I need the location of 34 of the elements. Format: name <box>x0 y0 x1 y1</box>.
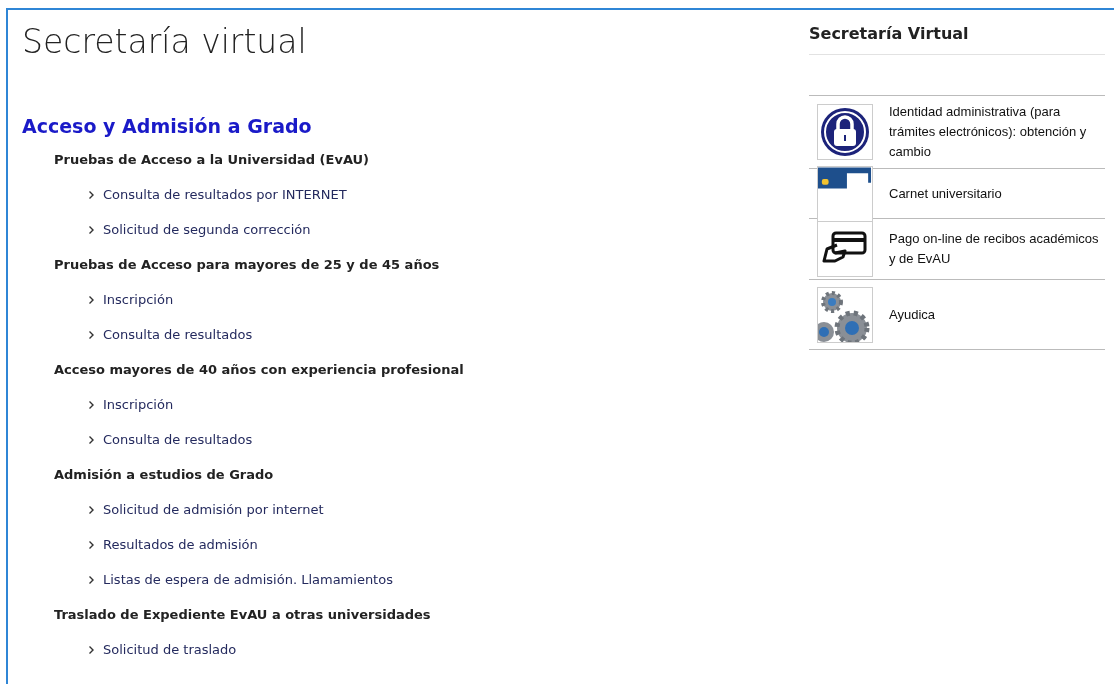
chevron-icon <box>88 329 95 340</box>
group-heading: Acceso mayores de 40 años con experiencia profesional <box>54 360 464 379</box>
page-title: Secretaría virtual <box>22 22 308 62</box>
sidebar-link[interactable]: Carnet universitario <box>889 183 1002 204</box>
sidebar-link[interactable]: Pago on-line de recibos académicos y de EvAU <box>889 229 1105 269</box>
link[interactable]: Consulta de resultados <box>103 429 253 450</box>
group-heading: Pruebas de Acceso a la Universidad (EvAU) <box>54 150 370 169</box>
link[interactable]: Consulta de resultados <box>103 324 253 345</box>
chevron-icon <box>88 189 95 200</box>
chevron-icon <box>88 224 95 235</box>
id-card-icon <box>818 166 872 189</box>
sidebar-link[interactable]: Ayudica <box>889 304 935 325</box>
group-heading: Traslado de Expediente EvAU a otras universidades <box>54 605 431 624</box>
link[interactable]: Inscripción <box>103 289 174 310</box>
chevron-icon <box>88 294 95 305</box>
chevron-icon <box>88 644 95 655</box>
link[interactable]: Consulta de resultados por INTERNET <box>103 184 347 205</box>
group-heading: Admisión a estudios de Grado <box>54 465 274 484</box>
padlock-icon <box>819 106 871 158</box>
sidebar-title: Secretaría Virtual <box>809 22 1105 55</box>
section-heading: Acceso y Admisión a Grado <box>22 114 313 139</box>
chevron-icon <box>88 539 95 550</box>
chevron-icon <box>88 504 95 515</box>
link[interactable]: Inscripción <box>103 394 174 415</box>
link[interactable]: Solicitud de traslado <box>103 639 237 660</box>
sidebar-link[interactable]: Identidad administrativa (para trámites electrónicos): obtención y cambio <box>889 102 1105 162</box>
group-heading: Pruebas de Acceso para mayores de 25 y de 45 años <box>54 255 440 274</box>
chevron-icon <box>88 574 95 585</box>
link[interactable]: Resultados de admisión <box>103 534 258 555</box>
chevron-icon <box>88 434 95 445</box>
link[interactable]: Listas de espera de admisión. Llamamientos <box>103 569 393 590</box>
link[interactable]: Solicitud de admisión por internet <box>103 499 324 520</box>
chevron-icon <box>88 399 95 410</box>
link[interactable]: Solicitud de segunda corrección <box>103 219 311 240</box>
